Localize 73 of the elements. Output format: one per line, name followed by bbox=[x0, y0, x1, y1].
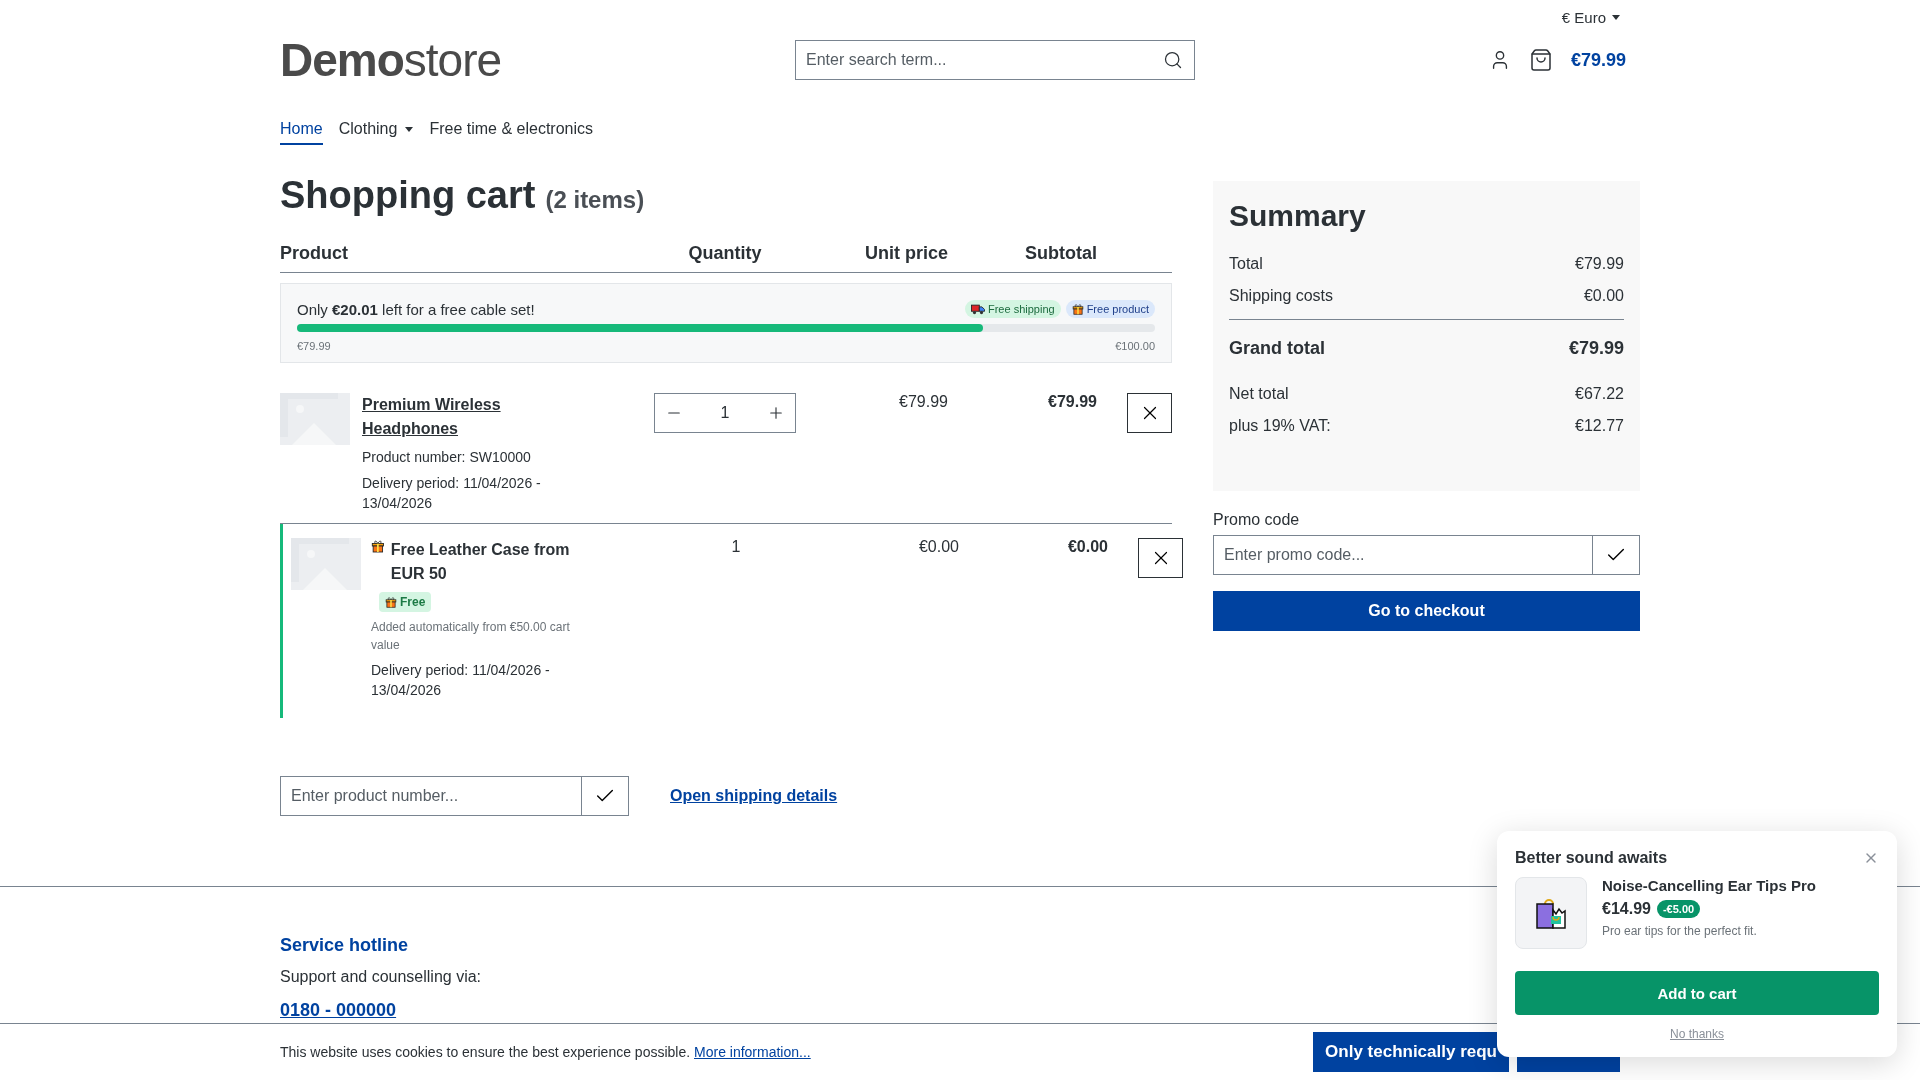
apply-button[interactable] bbox=[1593, 535, 1640, 575]
summary-label: Grand total bbox=[1229, 338, 1325, 359]
perk-badge: Free shipping bbox=[964, 300, 1061, 318]
column-header: Product bbox=[280, 243, 349, 264]
remove-button[interactable] bbox=[1138, 538, 1183, 578]
delivery-period: Delivery period: 11/04/2026 - 13/04/2026 bbox=[371, 661, 551, 700]
page-title: Shopping cart bbox=[280, 174, 536, 217]
caret-icon bbox=[1612, 14, 1620, 20]
column-header: Unit price bbox=[864, 243, 948, 264]
gift-icon bbox=[1071, 303, 1084, 315]
search-icon[interactable] bbox=[1163, 50, 1183, 70]
upsell-price: €14.99 bbox=[1602, 900, 1651, 918]
summary-label: Total bbox=[1229, 255, 1263, 273]
subtotal: €0.00 bbox=[1066, 538, 1108, 557]
summary-value: €67.22 bbox=[1575, 385, 1624, 403]
hotline-text: Support and counselling via: bbox=[280, 968, 482, 986]
delivery-period: Delivery period: 11/04/2026 - 13/04/2026 bbox=[362, 474, 542, 513]
summary-value: €79.99 bbox=[1568, 338, 1624, 359]
phone-link[interactable]: 0180 - 000000 bbox=[280, 1000, 397, 1020]
subtotal: €79.99 bbox=[1047, 393, 1097, 412]
summary-value: €79.99 bbox=[1575, 255, 1624, 273]
summary-value: €0.00 bbox=[1583, 287, 1624, 305]
summary-title: Summary bbox=[1229, 199, 1367, 233]
summary-value: €12.77 bbox=[1575, 417, 1624, 435]
item-count: (2 items) bbox=[545, 186, 645, 214]
cookie-button[interactable]: Only technically requ bbox=[1313, 1032, 1509, 1072]
progress-end: €100.00 bbox=[1115, 340, 1155, 352]
plus-icon[interactable] bbox=[767, 404, 785, 422]
gift-icon bbox=[385, 596, 397, 608]
quantity-stepper[interactable]: 1 bbox=[654, 393, 796, 433]
submit-button[interactable] bbox=[582, 776, 629, 816]
truck-icon bbox=[970, 303, 985, 315]
popup-title: Better sound awaits bbox=[1515, 849, 1668, 867]
promo-label: Promo code bbox=[1213, 511, 1301, 529]
nav-link[interactable]: Free time & electronics bbox=[429, 120, 593, 145]
column-header: Quantity bbox=[687, 243, 763, 264]
discount-badge: -€5.00 bbox=[1656, 900, 1701, 918]
nav-link[interactable]: Home bbox=[280, 120, 323, 145]
nav-link[interactable]: Clothing bbox=[338, 120, 414, 145]
shopping-bag-drawing bbox=[1534, 896, 1568, 930]
upsell-description: Pro ear tips for the perfect fit. bbox=[1602, 924, 1758, 938]
store-logo[interactable]: Demostore bbox=[280, 33, 795, 87]
upsell-product-name: Noise-Cancelling Ear Tips Pro bbox=[1602, 877, 1816, 894]
add-to-cart-button[interactable]: Add to cart bbox=[1515, 971, 1879, 1015]
product-number: Product number: SW10000 bbox=[362, 448, 532, 467]
checkout-button[interactable]: Go to checkout bbox=[1213, 591, 1640, 631]
promo-code-field[interactable]: Enter promo code... bbox=[1213, 535, 1593, 575]
summary-label: Shipping costs bbox=[1229, 287, 1334, 305]
cart-total[interactable]: €79.99 bbox=[1570, 49, 1626, 71]
currency-selector[interactable]: € Euro bbox=[1561, 8, 1620, 26]
hotline-title: Service hotline bbox=[280, 935, 409, 956]
quantity-value: 1 bbox=[720, 404, 730, 422]
auto-added-note: Added automatically from €50.00 cart value bbox=[371, 619, 571, 654]
summary-label: plus 19% VAT: bbox=[1229, 417, 1331, 435]
product-number-field[interactable]: Enter product number... bbox=[280, 776, 582, 816]
shipping-details-link[interactable]: Open shipping details bbox=[670, 787, 838, 805]
search-field[interactable]: Enter search term... bbox=[795, 40, 1195, 80]
cookie-notice: This website uses cookies to ensure the best experience possible. More information... bbox=[280, 1044, 812, 1060]
column-header: Subtotal bbox=[1024, 243, 1097, 264]
gift-icon bbox=[371, 538, 385, 554]
product-name[interactable]: Premium Wireless Headphones bbox=[362, 393, 572, 441]
cart-icon[interactable] bbox=[1528, 48, 1553, 72]
perk-badge: Free product bbox=[1065, 300, 1155, 318]
unit-price: €79.99 bbox=[898, 393, 948, 412]
free-badge: Free bbox=[379, 592, 432, 612]
progress-message: Only €20.01 left for a free cable set! bbox=[297, 300, 535, 318]
quantity-text: 1 bbox=[731, 538, 741, 557]
progress-start: €79.99 bbox=[297, 340, 331, 352]
summary-label: Net total bbox=[1229, 385, 1289, 403]
unit-price: €0.00 bbox=[917, 538, 959, 557]
more-information-link[interactable]: More information... bbox=[694, 1044, 811, 1060]
product-name: Free Leather Case from EUR 50 bbox=[390, 540, 571, 584]
remove-button[interactable] bbox=[1127, 393, 1172, 433]
